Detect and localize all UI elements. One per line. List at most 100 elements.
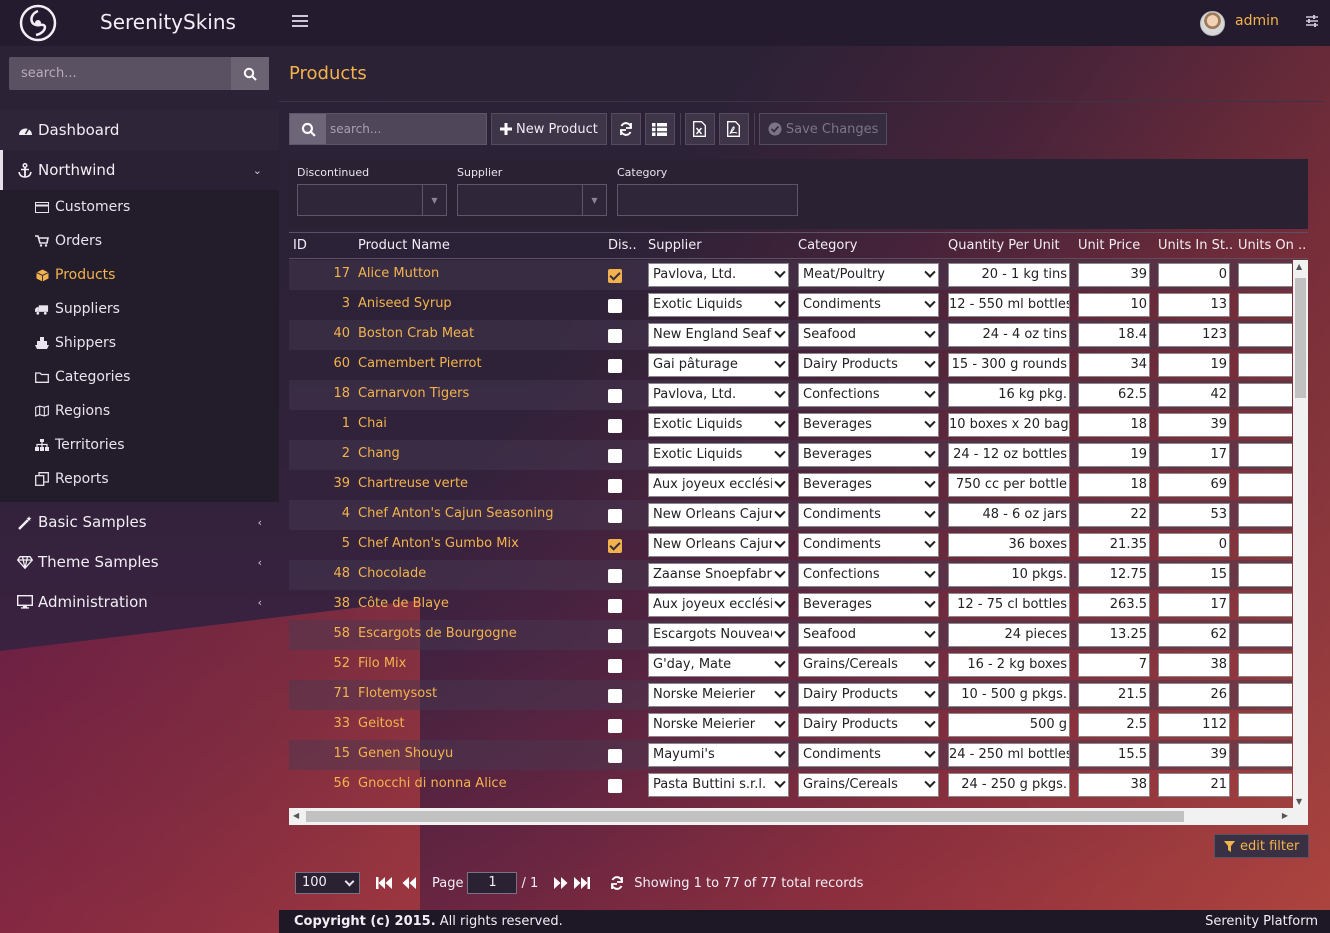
discontinued-checkbox[interactable] (608, 689, 622, 703)
product-name-link[interactable]: Camembert Pierrot (358, 356, 482, 371)
units-on-order-input[interactable] (1238, 533, 1292, 557)
app-title[interactable]: SerenitySkins (100, 10, 236, 34)
units-in-stock-input[interactable]: 13 (1158, 293, 1230, 317)
unit-price-input[interactable]: 39 (1078, 263, 1150, 287)
supplier-select[interactable]: New Orleans Cajun Delights (648, 503, 789, 527)
quantity-per-unit-input[interactable]: 12 - 550 ml bottles (948, 293, 1070, 317)
supplier-select[interactable]: Norske Meierier (648, 713, 789, 737)
product-name-link[interactable]: Flotemysost (358, 686, 437, 701)
column-header-supplier[interactable]: Supplier (648, 238, 702, 253)
avatar[interactable] (1200, 11, 1225, 36)
units-in-stock-input[interactable]: 123 (1158, 323, 1230, 347)
units-on-order-input[interactable] (1238, 743, 1292, 767)
product-name-link[interactable]: Geitost (358, 716, 405, 731)
unit-price-input[interactable]: 18 (1078, 413, 1150, 437)
scroll-thumb[interactable] (306, 811, 1184, 822)
page-number-input[interactable]: 1 (467, 872, 518, 894)
product-name-link[interactable]: Chartreuse verte (358, 476, 468, 491)
category-select[interactable]: Condiments (798, 293, 939, 317)
quantity-per-unit-input[interactable]: 24 - 4 oz tins (948, 323, 1070, 347)
supplier-select[interactable]: Aux joyeux ecclésiastiques (648, 593, 789, 617)
units-in-stock-input[interactable]: 17 (1158, 443, 1230, 467)
column-header-quantity-per-unit[interactable]: Quantity Per Unit (948, 238, 1060, 253)
unit-price-input[interactable]: 10 (1078, 293, 1150, 317)
discontinued-checkbox[interactable] (608, 329, 622, 343)
units-in-stock-input[interactable]: 62 (1158, 623, 1230, 647)
category-select[interactable]: Confections (798, 563, 939, 587)
discontinued-checkbox[interactable] (608, 419, 622, 433)
product-name-link[interactable]: Gnocchi di nonna Alice (358, 776, 507, 791)
category-select[interactable]: Beverages (798, 593, 939, 617)
quantity-per-unit-input[interactable]: 24 - 250 g pkgs. (948, 773, 1070, 797)
table-row[interactable]: 56 Gnocchi di nonna Alice Pasta Buttini s.… (289, 770, 1292, 800)
edit-filter-button[interactable]: edit filter (1214, 834, 1310, 858)
last-page-icon[interactable] (574, 877, 591, 889)
sidebar-item-customers[interactable]: Customers (0, 190, 279, 224)
discontinued-checkbox[interactable] (608, 389, 622, 403)
quantity-per-unit-input[interactable]: 24 pieces (948, 623, 1070, 647)
discontinued-checkbox[interactable] (608, 299, 622, 313)
sidebar-item-administration[interactable]: Administration ‹ (0, 582, 279, 622)
table-row[interactable]: 2 Chang Exotic Liquids Beverages 24 - 12 oz … (289, 440, 1292, 470)
page-size-select[interactable]: 100 (295, 872, 360, 894)
unit-price-input[interactable]: 18.4 (1078, 323, 1150, 347)
export-excel-button[interactable] (684, 113, 715, 145)
unit-price-input[interactable]: 18 (1078, 473, 1150, 497)
next-page-icon[interactable] (554, 877, 568, 889)
unit-price-input[interactable]: 34 (1078, 353, 1150, 377)
category-select[interactable]: Condiments (798, 743, 939, 767)
product-name-link[interactable]: Genen Shouyu (358, 746, 453, 761)
supplier-select[interactable]: Zaanse Snoepfabriek (648, 563, 789, 587)
supplier-select[interactable]: Aux joyeux ecclésiastiques (648, 473, 789, 497)
column-header-product-name[interactable]: Product Name (358, 238, 450, 253)
unit-price-input[interactable]: 21.35 (1078, 533, 1150, 557)
sidebar-item-reports[interactable]: Reports (0, 462, 279, 496)
supplier-select[interactable]: Escargots Nouveaux (648, 623, 789, 647)
first-page-icon[interactable] (376, 877, 392, 889)
scroll-left-icon[interactable]: ◀ (293, 811, 299, 820)
discontinued-checkbox[interactable] (608, 479, 622, 493)
sidebar-search-input[interactable] (9, 57, 231, 90)
column-header-category[interactable]: Category (798, 238, 857, 253)
discontinued-checkbox[interactable] (608, 539, 622, 553)
units-in-stock-input[interactable]: 19 (1158, 353, 1230, 377)
category-select[interactable]: Seafood (798, 323, 939, 347)
category-lookup[interactable] (617, 184, 798, 216)
table-row[interactable]: 18 Carnarvon Tigers Pavlova, Ltd. Confectio… (289, 380, 1292, 410)
product-name-link[interactable]: Carnarvon Tigers (358, 386, 469, 401)
supplier-select[interactable]: Pavlova, Ltd. (648, 263, 789, 287)
category-select[interactable]: Beverages (798, 443, 939, 467)
discontinued-checkbox[interactable] (608, 449, 622, 463)
discontinued-checkbox[interactable] (608, 749, 622, 763)
sidebar-item-dashboard[interactable]: Dashboard (0, 110, 279, 150)
scroll-up-icon[interactable]: ▲ (1296, 262, 1302, 271)
quantity-per-unit-input[interactable]: 500 g (948, 713, 1070, 737)
unit-price-input[interactable]: 12.75 (1078, 563, 1150, 587)
category-select[interactable]: Grains/Cereals (798, 653, 939, 677)
product-name-link[interactable]: Escargots de Bourgogne (358, 626, 517, 641)
units-on-order-input[interactable] (1238, 593, 1292, 617)
table-row[interactable]: 71 Flotemysost Norske Meierier Dairy Produc… (289, 680, 1292, 710)
units-on-order-input[interactable] (1238, 713, 1292, 737)
units-on-order-input[interactable] (1238, 623, 1292, 647)
sidebar-search-button[interactable] (231, 57, 269, 90)
product-name-link[interactable]: Chang (358, 446, 400, 461)
unit-price-input[interactable]: 7 (1078, 653, 1150, 677)
product-name-link[interactable]: Aniseed Syrup (358, 296, 452, 311)
column-header-units-on-order[interactable]: Units On ... (1238, 238, 1306, 253)
sidebar-item-regions[interactable]: Regions (0, 394, 279, 428)
supplier-select[interactable]: Pasta Buttini s.r.l. (648, 773, 789, 797)
sidebar-item-shippers[interactable]: Shippers (0, 326, 279, 360)
units-on-order-input[interactable] (1238, 323, 1292, 347)
units-in-stock-input[interactable]: 53 (1158, 503, 1230, 527)
unit-price-input[interactable]: 21.5 (1078, 683, 1150, 707)
product-name-link[interactable]: Chai (358, 416, 387, 431)
quantity-per-unit-input[interactable]: 10 pkgs. (948, 563, 1070, 587)
units-in-stock-input[interactable]: 39 (1158, 413, 1230, 437)
units-on-order-input[interactable] (1238, 353, 1292, 377)
column-header-discontinued[interactable]: Dis... (608, 238, 638, 253)
units-in-stock-input[interactable]: 0 (1158, 263, 1230, 287)
table-row[interactable]: 40 Boston Crab Meat New England Seafood Ca… (289, 320, 1292, 350)
supplier-select[interactable]: Mayumi's (648, 743, 789, 767)
category-select[interactable]: Dairy Products (798, 353, 939, 377)
